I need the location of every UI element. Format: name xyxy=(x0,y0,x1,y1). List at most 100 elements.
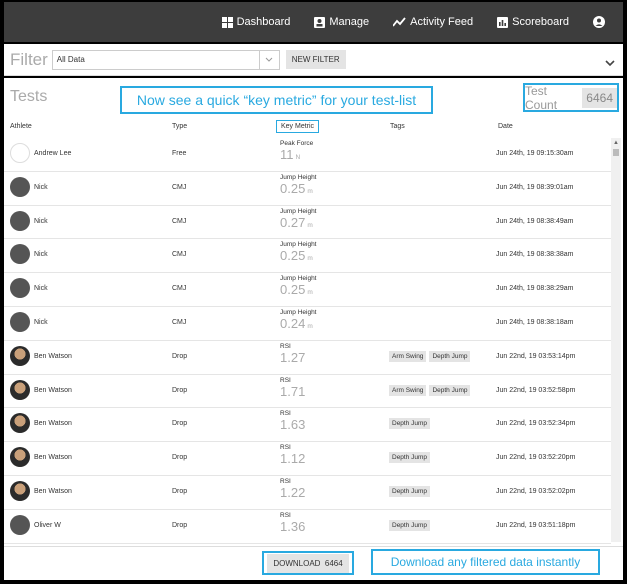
key-metric-callout: Now see a quick “key metric” for your te… xyxy=(120,86,433,114)
avatar xyxy=(10,413,30,434)
key-metric: RSI 1.71 xyxy=(280,377,307,399)
test-type: Drop xyxy=(172,352,188,360)
download-highlight: DOWNLOAD 6464 xyxy=(262,551,354,575)
test-type: Drop xyxy=(172,386,188,394)
scoreboard-icon xyxy=(497,16,509,28)
athlete-name: Nick xyxy=(34,285,48,293)
key-metric: Jump Height 0.25 m xyxy=(280,174,317,196)
avatar xyxy=(10,278,30,299)
nav-scoreboard[interactable]: Scoreboard xyxy=(497,16,569,28)
column-type[interactable]: Type xyxy=(172,123,187,130)
tag-badge: Depth Jump xyxy=(389,418,431,430)
test-date: Jun 22nd, 19 03:53:14pm xyxy=(496,352,576,360)
new-filter-button[interactable]: NEW FILTER xyxy=(285,50,346,69)
column-key-metric[interactable]: Key Metric xyxy=(276,120,320,133)
table-row[interactable]: Andrew Lee Free Peak Force 11 N Jun 24th,… xyxy=(4,138,611,172)
avatar xyxy=(10,447,30,468)
filter-select-value: All Data xyxy=(56,55,85,64)
athlete-name: Andrew Lee xyxy=(34,150,72,157)
table-row[interactable]: Ben Watson Drop RSI 1.27 Arm Swing Depth … xyxy=(4,341,611,375)
tag-badge: Depth Jump xyxy=(389,485,431,497)
table-row[interactable]: Nick CMJ Jump Height 0.24 m Jun 24th, 19 … xyxy=(4,307,611,341)
tags-cell: Depth Jump xyxy=(389,485,433,497)
key-metric: RSI 1.12 xyxy=(280,444,307,466)
key-metric-value: 0.25 xyxy=(280,282,306,298)
test-date: Jun 22nd, 19 03:52:20pm xyxy=(496,454,576,462)
test-date: Jun 24th, 19 08:38:38am xyxy=(496,251,574,259)
key-metric-value: 1.36 xyxy=(280,518,306,534)
nav-scoreboard-label: Scoreboard xyxy=(512,16,569,28)
table-row[interactable]: Nick CMJ Jump Height 0.25 m Jun 24th, 19 … xyxy=(4,239,611,274)
table-row[interactable]: Nick CMJ Jump Height 0.25 m Jun 24th, 19 … xyxy=(4,172,611,206)
test-type: Free xyxy=(172,150,187,157)
user-circle-icon xyxy=(593,16,605,28)
key-metric-label: RSI xyxy=(280,444,291,452)
page-title: Tests xyxy=(10,88,48,105)
tag-badge: Arm Swing xyxy=(389,350,427,362)
test-type: CMJ xyxy=(172,183,187,191)
key-metric: Peak Force 11 N xyxy=(280,140,313,162)
table-row[interactable]: Oliver W Drop RSI 1.36 Depth Jump Jun 22… xyxy=(4,510,611,544)
key-metric-label: RSI xyxy=(280,511,291,519)
key-metric-unit: m xyxy=(307,187,313,195)
filter-bar: Filter All Data NEW FILTER xyxy=(4,44,623,76)
test-type: Drop xyxy=(172,487,188,495)
avatar xyxy=(10,143,30,163)
filter-select[interactable]: All Data xyxy=(51,49,280,70)
column-tags[interactable]: Tags xyxy=(390,123,405,130)
test-date: Jun 22nd, 19 03:52:58pm xyxy=(496,386,576,394)
key-metric-unit: m xyxy=(307,322,313,330)
key-metric-value: 0.24 xyxy=(280,315,306,331)
test-count-label: Test Count xyxy=(525,83,558,112)
key-metric-label: RSI xyxy=(280,376,291,384)
table-row[interactable]: Ben Watson Drop RSI 1.63 Depth Jump Jun … xyxy=(4,408,611,443)
tag-badge: Depth Jump xyxy=(389,452,431,464)
key-metric-label: Jump Height xyxy=(280,308,317,316)
account-button[interactable] xyxy=(593,16,609,28)
avatar xyxy=(10,311,30,332)
avatar xyxy=(10,480,30,501)
test-type: CMJ xyxy=(172,285,187,293)
key-metric-value: 0.25 xyxy=(280,248,306,264)
table-row[interactable]: Ben Watson Drop RSI 1.71 Arm Swing Depth … xyxy=(4,375,611,409)
table-row[interactable]: Ben Watson Drop RSI 1.22 Depth Jump Jun … xyxy=(4,476,611,510)
nav-manage[interactable]: Manage xyxy=(314,16,369,28)
key-metric-label: Jump Height xyxy=(280,173,317,181)
tag-badge: Depth Jump xyxy=(389,519,431,531)
table-row[interactable]: Nick CMJ Jump Height 0.27 m Jun 24th, 19 … xyxy=(4,206,611,240)
nav-activity-feed[interactable]: Activity Feed xyxy=(393,16,473,28)
key-metric-value: 0.27 xyxy=(280,214,306,230)
table-header: Athlete Type Key Metric Tags Date xyxy=(4,120,623,136)
key-metric: Jump Height 0.24 m xyxy=(280,309,317,331)
key-metric-unit: m xyxy=(307,289,313,297)
tests-panel: Tests Now see a quick “key metric” for y… xyxy=(4,78,623,546)
tests-table: Andrew Lee Free Peak Force 11 N Jun 24th,… xyxy=(4,138,611,544)
nav-manage-label: Manage xyxy=(329,16,370,28)
column-date[interactable]: Date xyxy=(498,123,513,130)
athlete-name: Nick xyxy=(34,251,48,259)
avatar xyxy=(10,345,30,366)
test-date: Jun 22nd, 19 03:51:18pm xyxy=(496,521,576,529)
scrollbar-thumb[interactable] xyxy=(613,149,619,156)
nav-dashboard[interactable]: Dashboard xyxy=(221,16,291,28)
download-button[interactable]: DOWNLOAD 6464 xyxy=(267,553,349,573)
test-date: Jun 24th, 19 08:38:18am xyxy=(496,318,574,326)
column-athlete[interactable]: Athlete xyxy=(10,123,32,130)
table-row[interactable]: Ben Watson Drop RSI 1.12 Depth Jump Jun … xyxy=(4,442,611,476)
nav-dashboard-label: Dashboard xyxy=(236,16,291,28)
test-type: CMJ xyxy=(172,251,187,259)
scroll-up-icon[interactable]: ▲ xyxy=(613,140,619,146)
key-metric-value: 0.25 xyxy=(280,180,306,196)
key-metric-label: Jump Height xyxy=(280,275,317,283)
test-type: Drop xyxy=(172,521,188,529)
test-date: Jun 24th, 19 08:38:49am xyxy=(496,217,574,225)
table-row[interactable]: Nick CMJ Jump Height 0.25 m Jun 24th, 19 … xyxy=(4,273,611,307)
collapse-chevron-icon[interactable] xyxy=(605,54,615,72)
avatar xyxy=(10,210,30,231)
key-metric: RSI 1.22 xyxy=(280,478,307,500)
key-metric-value: 11 xyxy=(280,147,294,162)
key-metric-label: RSI xyxy=(280,477,291,485)
scrollbar[interactable]: ▲ xyxy=(611,138,621,542)
test-date: Jun 24th, 19 08:38:29am xyxy=(496,285,574,293)
download-label: DOWNLOAD xyxy=(273,558,321,568)
